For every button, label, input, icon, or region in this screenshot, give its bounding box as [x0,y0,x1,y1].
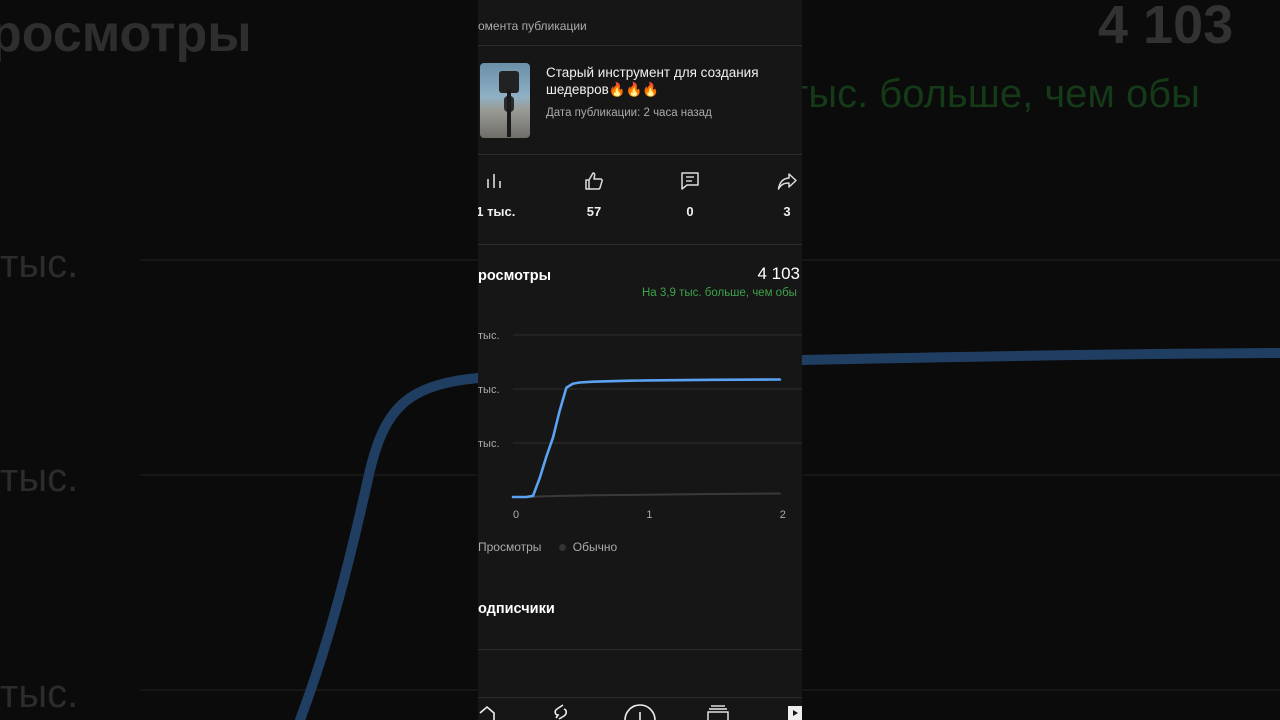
legend-typical-dot [558,544,566,552]
bottom-nav [478,700,802,720]
divider [478,154,802,155]
bg-value: 4 103 [1098,0,1234,55]
y-tick-label: тыс. [478,438,500,450]
home-icon[interactable] [478,704,496,720]
legend-views-label: Просмотры [478,540,542,554]
x-tick-label: 1 [646,509,652,521]
chart-legend: Просмотры Обычно [478,540,631,554]
bg-tick-label: тыс. [0,672,79,716]
analytics-screen: омента публикации Старый инструмент для … [478,0,802,720]
comment-icon [681,172,699,190]
stat-views[interactable]: ,1 тыс. [478,170,524,219]
series-line-views [511,378,782,499]
create-icon[interactable] [624,704,656,720]
bg-diff: тыс. больше, чем обы [790,72,1200,116]
views-chart[interactable]: тыс. тыс. тыс. 0 1 2 [478,318,802,528]
video-thumbnail[interactable] [480,63,530,138]
views-diff: На 3,9 тыс. больше, чем обы [642,287,797,299]
stat-likes-value: 57 [586,204,602,219]
bg-title: росмотры [0,5,252,63]
divider [478,697,802,698]
legend-typical-label: Обычно [572,540,618,554]
stat-comments-value: 0 [686,204,694,219]
video-title[interactable]: Старый инструмент для создания шедевров🔥… [546,64,786,98]
thumb-up-icon [585,172,603,190]
shorts-icon[interactable] [552,704,570,720]
divider [478,649,802,650]
thumbnail-stick-shape [507,89,511,137]
x-tick-label: 2 [780,509,786,521]
bar-chart-icon [487,174,501,188]
x-tick-label: 0 [513,509,519,521]
stat-comments[interactable]: 0 [660,170,720,219]
bg-tick-label: тыс. [0,242,79,286]
divider [478,45,802,46]
stat-views-value: ,1 тыс. [478,204,516,219]
stat-shares[interactable]: 3 [757,170,802,219]
y-tick-label: тыс. [478,384,500,396]
publish-date: Дата публикации: 2 часа назад [546,107,712,119]
header-caption: омента публикации [478,19,587,33]
stat-likes[interactable]: 57 [564,170,624,219]
legend-views[interactable]: Просмотры [478,540,541,554]
subscribers-section-title[interactable]: одписчики [478,601,555,617]
views-section-title[interactable]: росмотры [478,268,551,284]
stat-shares-value: 3 [783,204,791,219]
library-icon[interactable] [786,704,802,720]
share-icon [777,173,797,190]
views-total: 4 103 [757,264,800,283]
subscriptions-icon[interactable] [707,704,729,720]
y-tick-label: тыс. [478,330,500,342]
legend-typical[interactable]: Обычно [558,540,618,554]
bg-tick-label: тыс. [0,456,79,500]
divider [478,244,802,245]
series-line-typical [512,492,781,498]
